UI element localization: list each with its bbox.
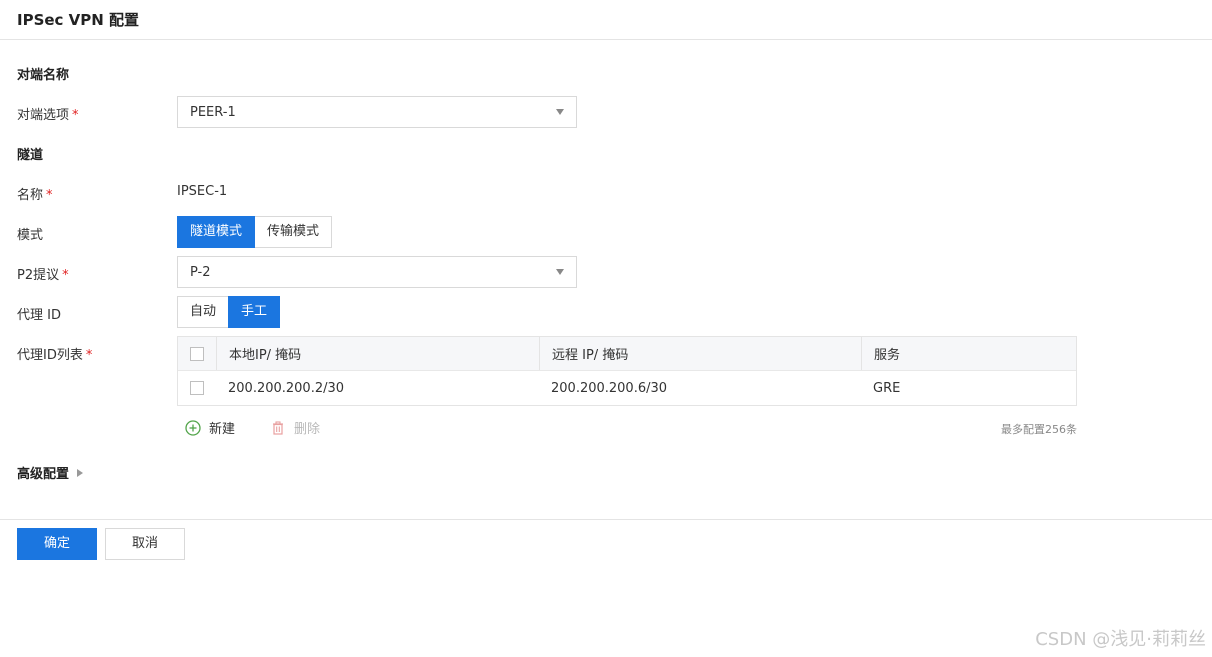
column-header-local: 本地IP/ 掩码 xyxy=(216,337,539,370)
select-all-checkbox[interactable] xyxy=(190,346,204,361)
mode-label: 模式 xyxy=(17,228,44,243)
tunnel-name-label: 名称 * xyxy=(17,188,53,203)
proxy-id-option-auto[interactable]: 自动 xyxy=(177,296,230,328)
footer-divider xyxy=(0,519,1212,520)
add-button-label: 新建 xyxy=(209,422,236,437)
section-title-peer: 对端名称 xyxy=(17,68,70,83)
section-title-tunnel: 隧道 xyxy=(17,148,44,163)
advanced-config-label: 高级配置 xyxy=(17,467,70,482)
row-checkbox-cell xyxy=(178,371,216,405)
table-actions: 新建 删除 最多配置256条 xyxy=(177,416,1077,438)
proxy-id-segmented-control: 自动 手工 xyxy=(177,296,281,328)
column-header-remote: 远程 IP/ 掩码 xyxy=(539,337,861,370)
mode-segmented-control: 隧道模式 传输模式 xyxy=(177,216,333,248)
add-button[interactable]: 新建 xyxy=(185,418,235,437)
watermark: CSDN @浅见·莉莉丝 xyxy=(1035,629,1206,650)
cell-service: GRE xyxy=(873,380,901,396)
cell-remote: 200.200.200.6/30 xyxy=(551,380,668,396)
advanced-config-toggle[interactable]: 高级配置 xyxy=(17,463,84,482)
confirm-button[interactable]: 确定 xyxy=(17,528,97,560)
chevron-down-icon xyxy=(556,269,564,275)
plus-circle-icon xyxy=(185,419,201,436)
required-mark: * xyxy=(62,268,69,283)
caret-right-icon xyxy=(77,468,84,477)
page-header: IPSec VPN 配置 xyxy=(0,0,1212,40)
peer-option-select[interactable]: PEER-1 xyxy=(177,96,577,128)
proxy-id-label: 代理 ID xyxy=(17,308,61,323)
required-mark: * xyxy=(85,348,93,363)
proxy-id-table: 本地IP/ 掩码 远程 IP/ 掩码 服务 200.200.200.2/30 2… xyxy=(177,336,1077,406)
table-header-checkbox-cell xyxy=(178,337,216,370)
table-header-row: 本地IP/ 掩码 远程 IP/ 掩码 服务 xyxy=(178,337,1076,371)
row-checkbox[interactable] xyxy=(190,381,204,395)
trash-icon xyxy=(270,420,286,436)
cancel-button[interactable]: 取消 xyxy=(105,528,185,560)
mode-option-tunnel[interactable]: 隧道模式 xyxy=(177,216,256,248)
proxy-id-list-label: 代理ID列表 * xyxy=(17,348,93,363)
required-mark: * xyxy=(72,108,79,123)
table-row: 200.200.200.2/30 200.200.200.6/30 GRE xyxy=(178,371,1076,405)
peer-option-label: 对端选项 * xyxy=(17,108,79,123)
required-mark: * xyxy=(46,188,53,203)
p2-proposal-value: P-2 xyxy=(190,265,211,280)
cell-local: 200.200.200.2/30 xyxy=(228,380,345,396)
p2-proposal-select[interactable]: P-2 xyxy=(177,256,577,288)
limit-note: 最多配置256条 xyxy=(1001,423,1077,436)
chevron-down-icon xyxy=(556,109,564,115)
delete-button-label: 删除 xyxy=(294,422,321,437)
page-title: IPSec VPN 配置 xyxy=(17,11,140,29)
p2-proposal-label: P2提议 * xyxy=(17,268,69,283)
peer-option-value: PEER-1 xyxy=(190,105,236,120)
column-header-service: 服务 xyxy=(861,337,1076,370)
delete-button[interactable]: 删除 xyxy=(270,418,320,437)
tunnel-name-value: IPSEC-1 xyxy=(177,184,228,199)
proxy-id-option-manual[interactable]: 手工 xyxy=(228,296,281,328)
mode-option-transport[interactable]: 传输模式 xyxy=(254,216,333,248)
